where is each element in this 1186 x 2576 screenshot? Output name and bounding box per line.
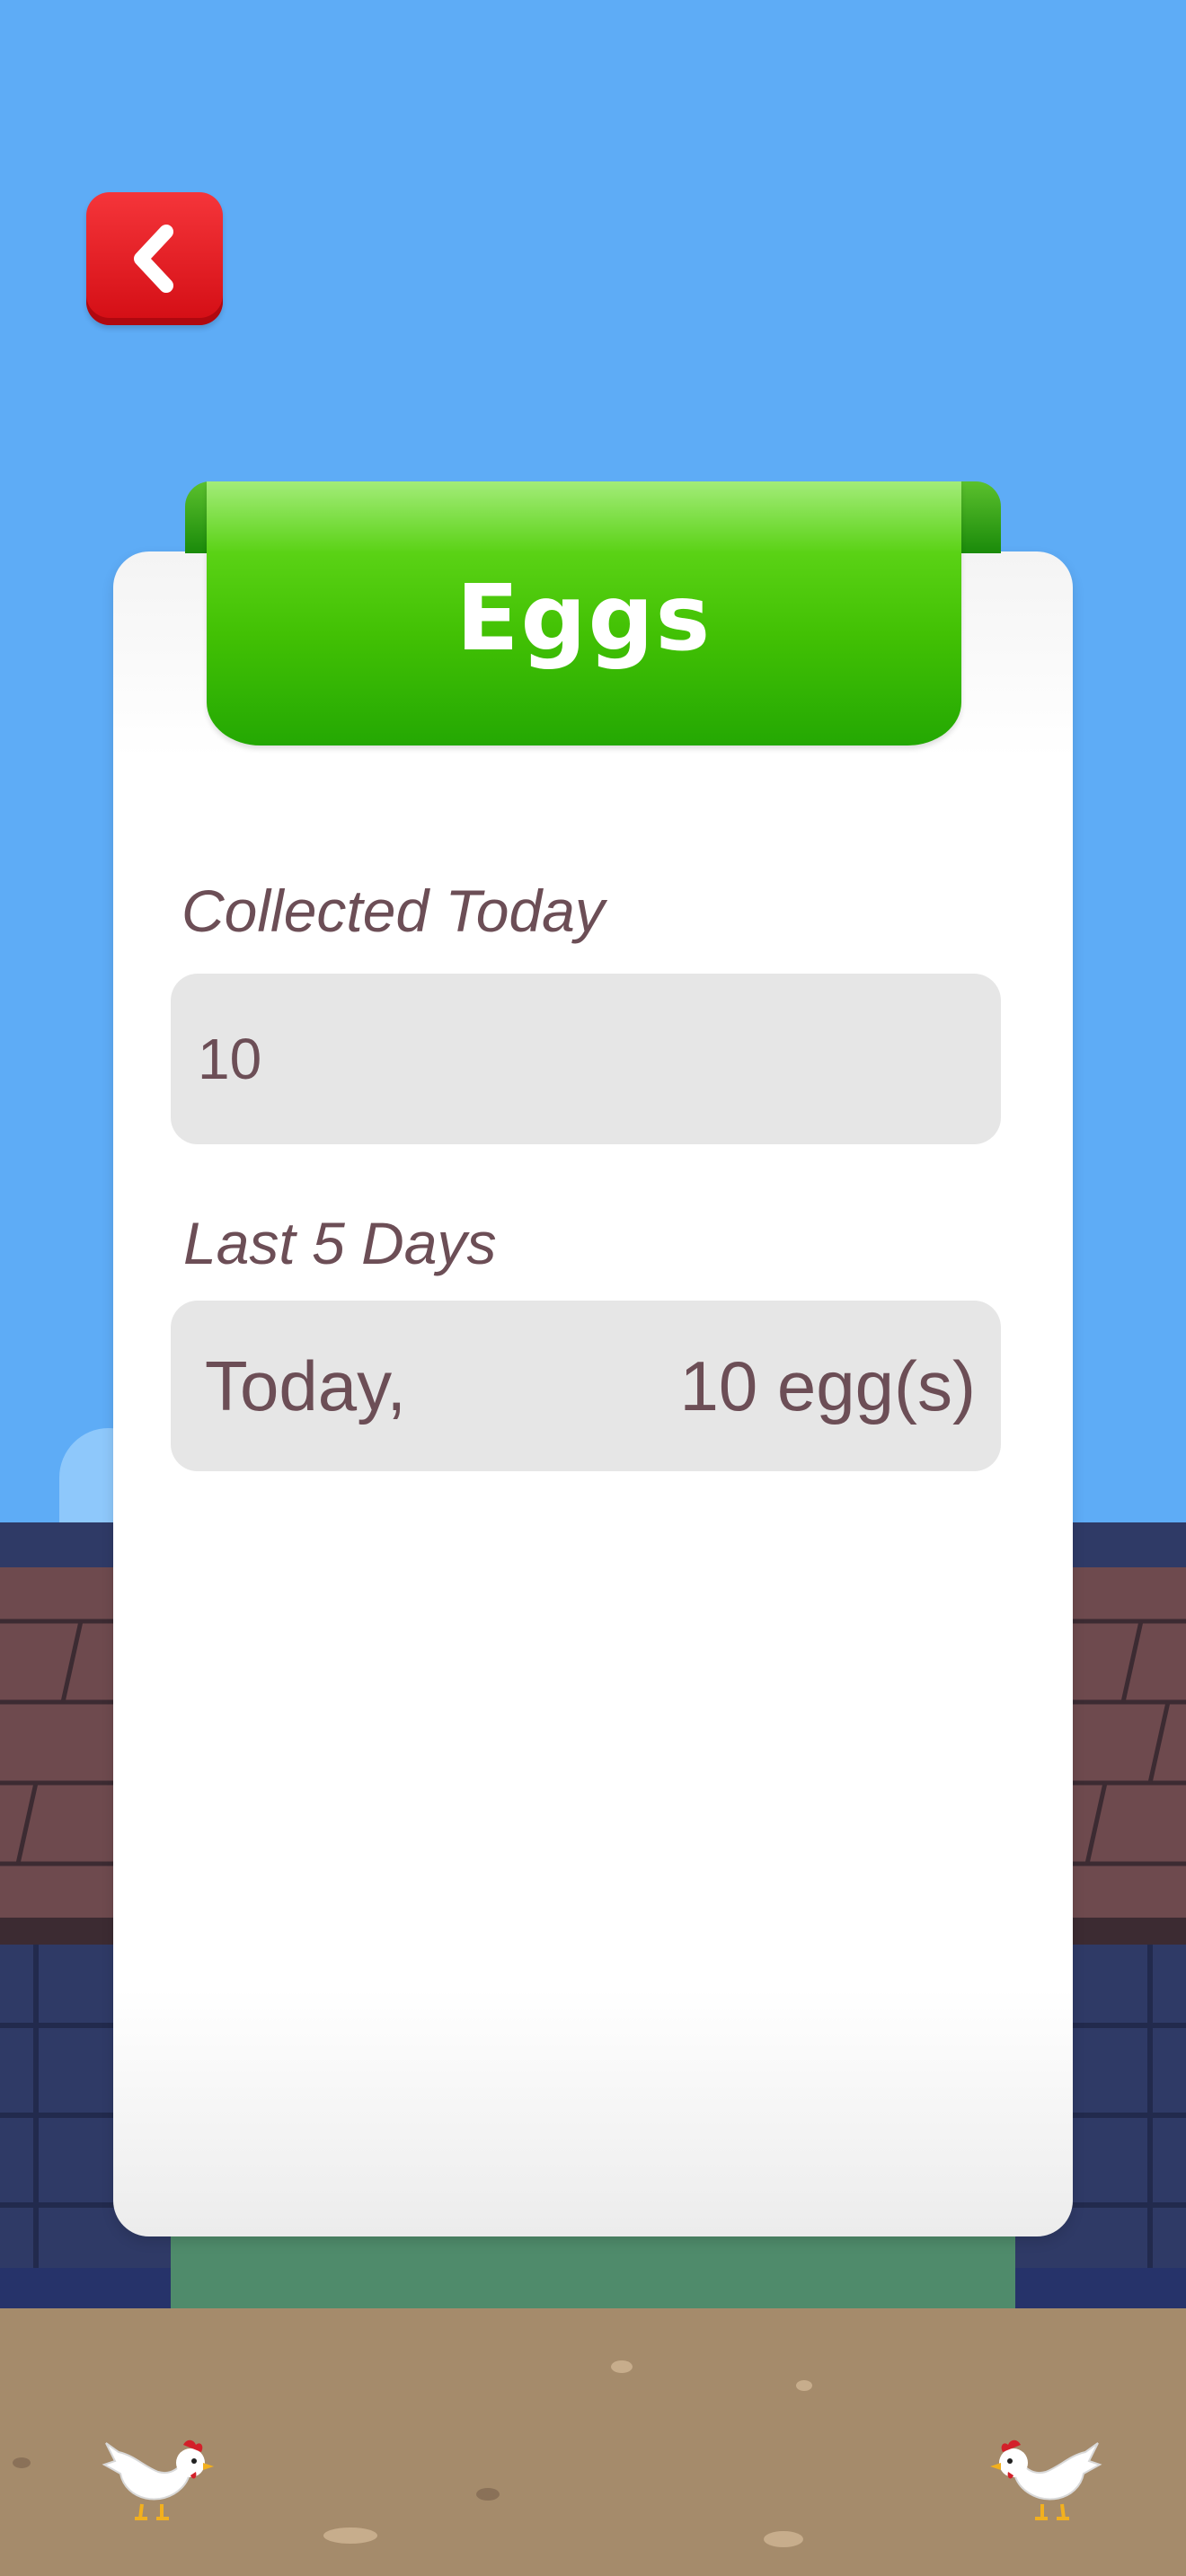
back-button[interactable] [86, 192, 223, 325]
pebble [323, 2527, 377, 2544]
pebble [13, 2457, 31, 2468]
last-5-days-label: Last 5 Days [183, 1210, 497, 1276]
chicken-right-icon [990, 2439, 1102, 2520]
chicken-left-icon [102, 2439, 214, 2520]
title-ribbon: Eggs [207, 481, 961, 745]
page-title: Eggs [456, 564, 712, 672]
list-item: Today, 10 egg(s) [171, 1301, 1001, 1471]
collected-today-value: 10 [198, 1027, 262, 1091]
egg-count: 10 egg(s) [679, 1345, 976, 1425]
pebble [476, 2488, 500, 2501]
pebble [611, 2360, 633, 2373]
collected-today-label: Collected Today [181, 878, 605, 944]
collected-today-field[interactable]: 10 [171, 974, 1001, 1144]
day-label: Today, [205, 1345, 407, 1425]
chevron-left-icon [134, 225, 173, 293]
pebble [796, 2380, 812, 2391]
pebble [764, 2531, 803, 2547]
